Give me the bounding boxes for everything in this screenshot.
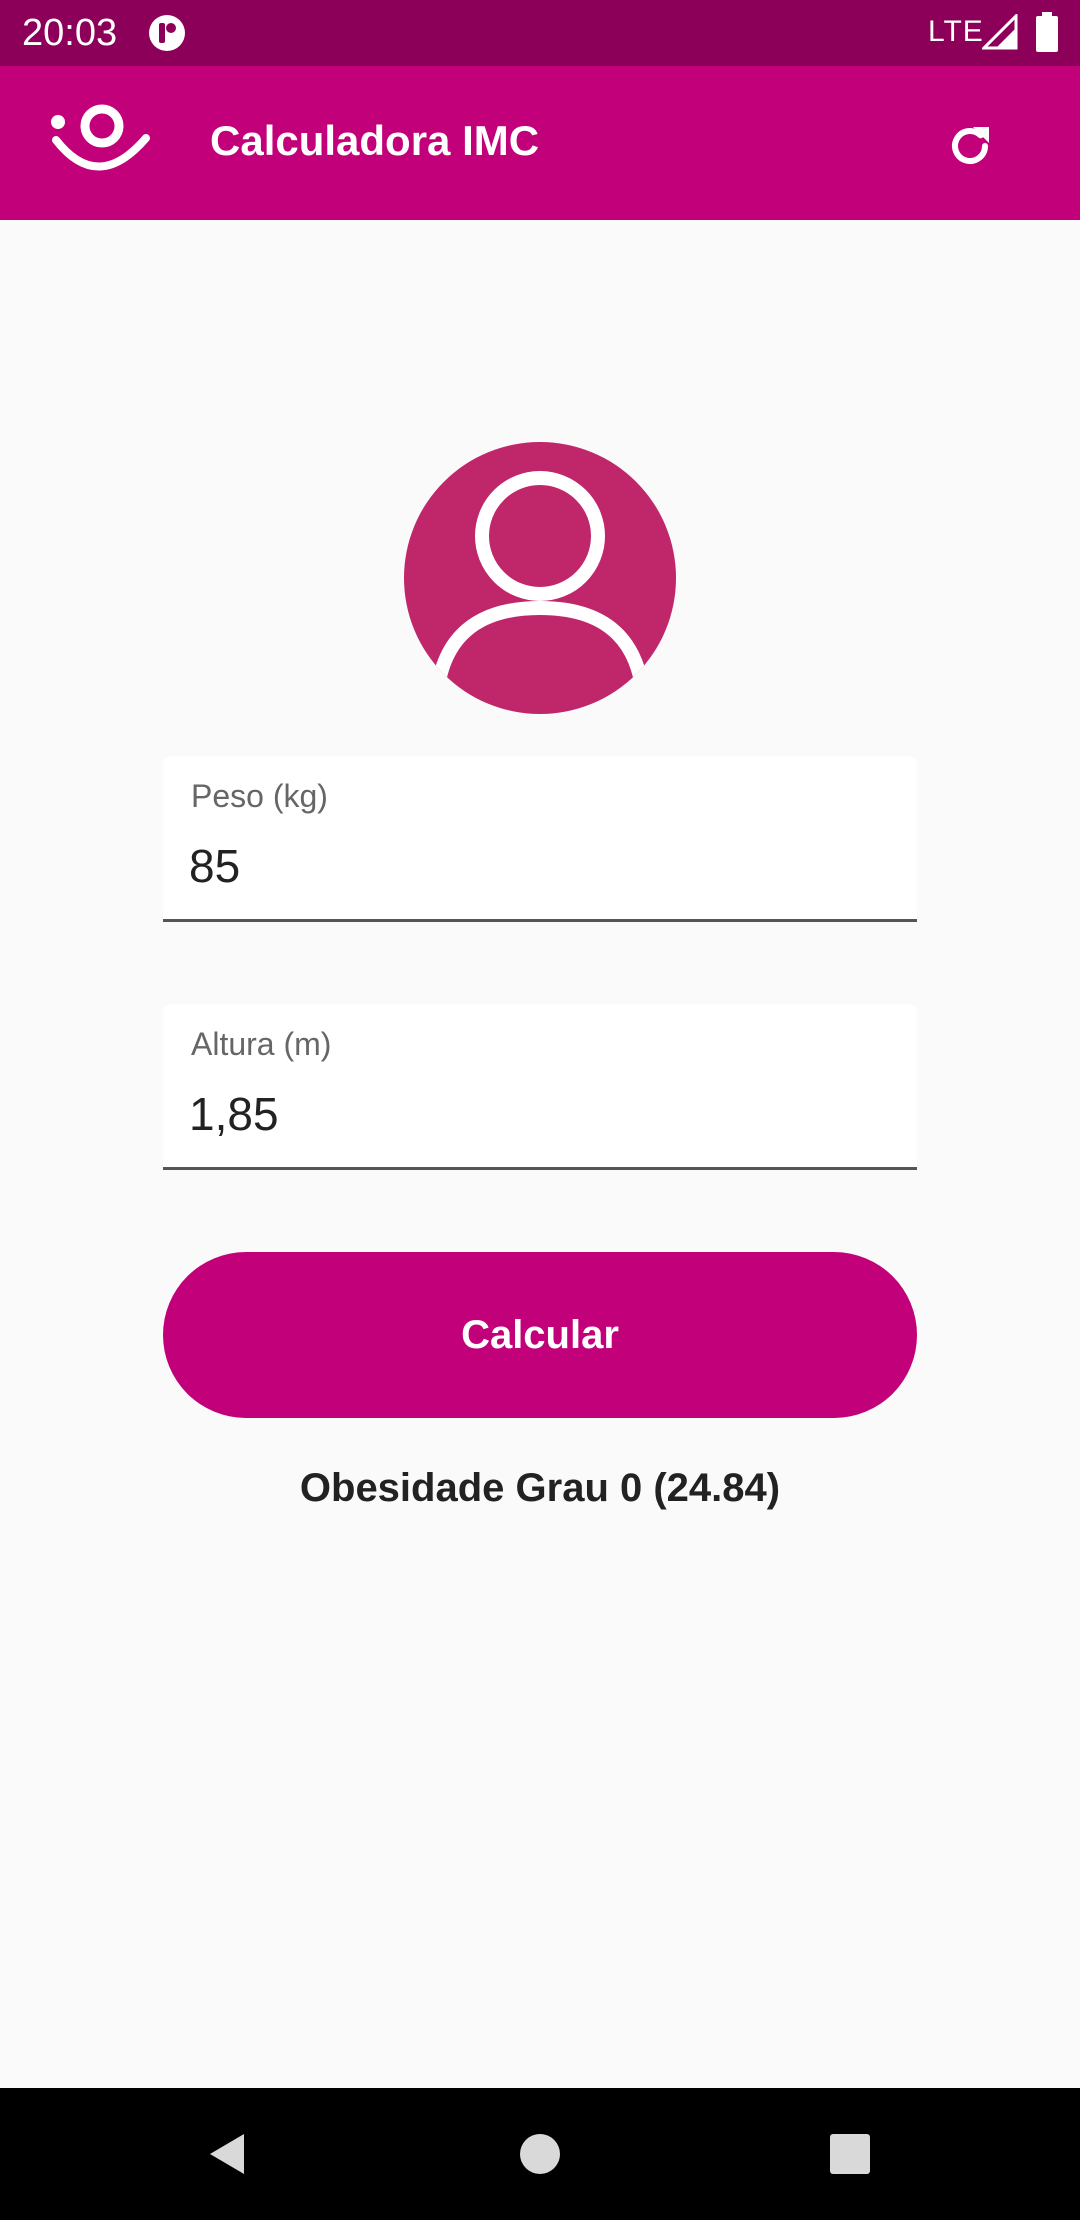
weight-input[interactable]: [189, 836, 889, 896]
height-field[interactable]: Altura (m): [163, 1004, 917, 1170]
back-icon: [210, 2134, 244, 2174]
app-title: Calculadora IMC: [210, 117, 540, 164]
home-button[interactable]: [500, 2114, 580, 2194]
refresh-icon: [952, 127, 989, 164]
weight-field[interactable]: Peso (kg): [163, 756, 917, 922]
person-avatar-icon: [404, 442, 676, 714]
back-button[interactable]: [188, 2114, 268, 2194]
home-icon: [520, 2134, 560, 2174]
recents-button[interactable]: [810, 2114, 890, 2194]
app-logo-icon: [51, 104, 150, 171]
status-time: 20:03: [22, 12, 118, 54]
navigation-bar: [0, 2088, 1080, 2220]
signal-icon: [982, 14, 1018, 50]
height-label: Altura (m): [191, 1026, 332, 1062]
height-input[interactable]: [189, 1084, 889, 1144]
calculate-button[interactable]: Calcular: [163, 1252, 917, 1418]
result-text: Obesidade Grau 0 (24.84): [299, 1466, 781, 1510]
status-bar: 20:03 LTE: [0, 0, 1080, 66]
refresh-button[interactable]: [936, 112, 1004, 180]
network-type: LTE: [928, 15, 984, 48]
battery-icon: [1036, 12, 1058, 52]
app-bar: Calculadora IMC: [0, 66, 1080, 220]
notification-app-icon: [149, 15, 185, 51]
recents-icon: [830, 2134, 870, 2174]
weight-label: Peso (kg): [191, 778, 328, 814]
